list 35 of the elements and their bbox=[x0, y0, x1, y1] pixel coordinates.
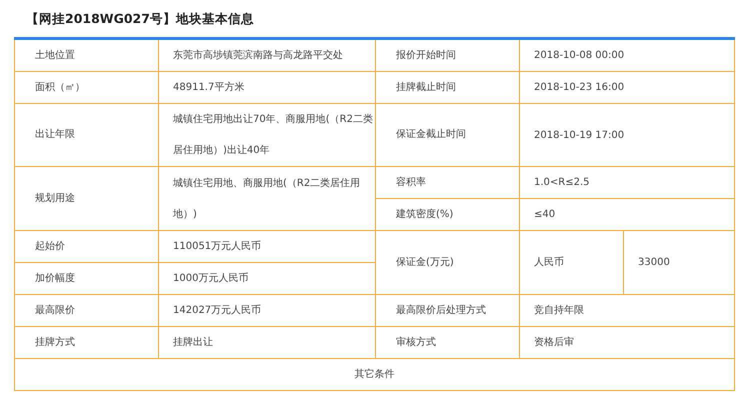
field-value: 竞自持年限 bbox=[534, 304, 584, 318]
section-title: 【网挂2018WG027号】地块基本信息 bbox=[26, 10, 255, 28]
field-value: 2018-10-23 16:00 bbox=[534, 81, 624, 95]
field-value: 110051万元人民币 bbox=[173, 240, 262, 254]
field-value: ≤40 bbox=[534, 208, 556, 222]
footer-label: 其它条件 bbox=[354, 368, 394, 382]
field-label: 面积（㎡） bbox=[35, 80, 85, 94]
field-value: 2018-10-08 00:00 bbox=[534, 49, 624, 63]
field-label: 容积率 bbox=[396, 176, 426, 190]
field-label: 保证金截止时间 bbox=[396, 128, 466, 142]
field-value: 人民币 bbox=[534, 256, 564, 270]
field-label: 最高限价 bbox=[35, 304, 75, 318]
field-label: 建筑密度(%) bbox=[396, 208, 454, 222]
field-label: 审核方式 bbox=[396, 336, 436, 350]
field-value: 城镇住宅用地出让70年、商服用地(（R2二类 居住用地）)出让40年 bbox=[173, 112, 373, 158]
field-value: 142027万元人民币 bbox=[173, 304, 262, 318]
field-value: 挂牌出让 bbox=[173, 336, 213, 350]
field-value: 2018-10-19 17:00 bbox=[534, 128, 624, 142]
field-value: 1.0<R≤2.5 bbox=[534, 176, 590, 190]
field-label: 最高限价后处理方式 bbox=[396, 304, 486, 318]
field-label: 加价幅度 bbox=[35, 272, 75, 286]
field-value: 资格后审 bbox=[534, 336, 574, 350]
field-value: 33000 bbox=[638, 256, 670, 270]
field-value: 1000万元人民币 bbox=[173, 272, 248, 286]
field-label: 报价开始时间 bbox=[396, 48, 456, 62]
field-value: 城镇住宅用地、商服用地(（R2二类居住用 地）) bbox=[173, 176, 360, 222]
field-value: 48911.7平方米 bbox=[173, 80, 244, 95]
field-label: 挂牌截止时间 bbox=[396, 80, 456, 94]
field-value: 东莞市高埗镇莞滨南路与高龙路平交处 bbox=[173, 48, 343, 63]
field-label: 挂牌方式 bbox=[35, 336, 75, 350]
field-label: 出让年限 bbox=[35, 128, 75, 142]
field-label: 起始价 bbox=[35, 240, 65, 254]
field-label: 规划用途 bbox=[35, 192, 75, 206]
field-label: 保证金(万元) bbox=[396, 256, 454, 270]
field-label: 土地位置 bbox=[35, 48, 75, 62]
